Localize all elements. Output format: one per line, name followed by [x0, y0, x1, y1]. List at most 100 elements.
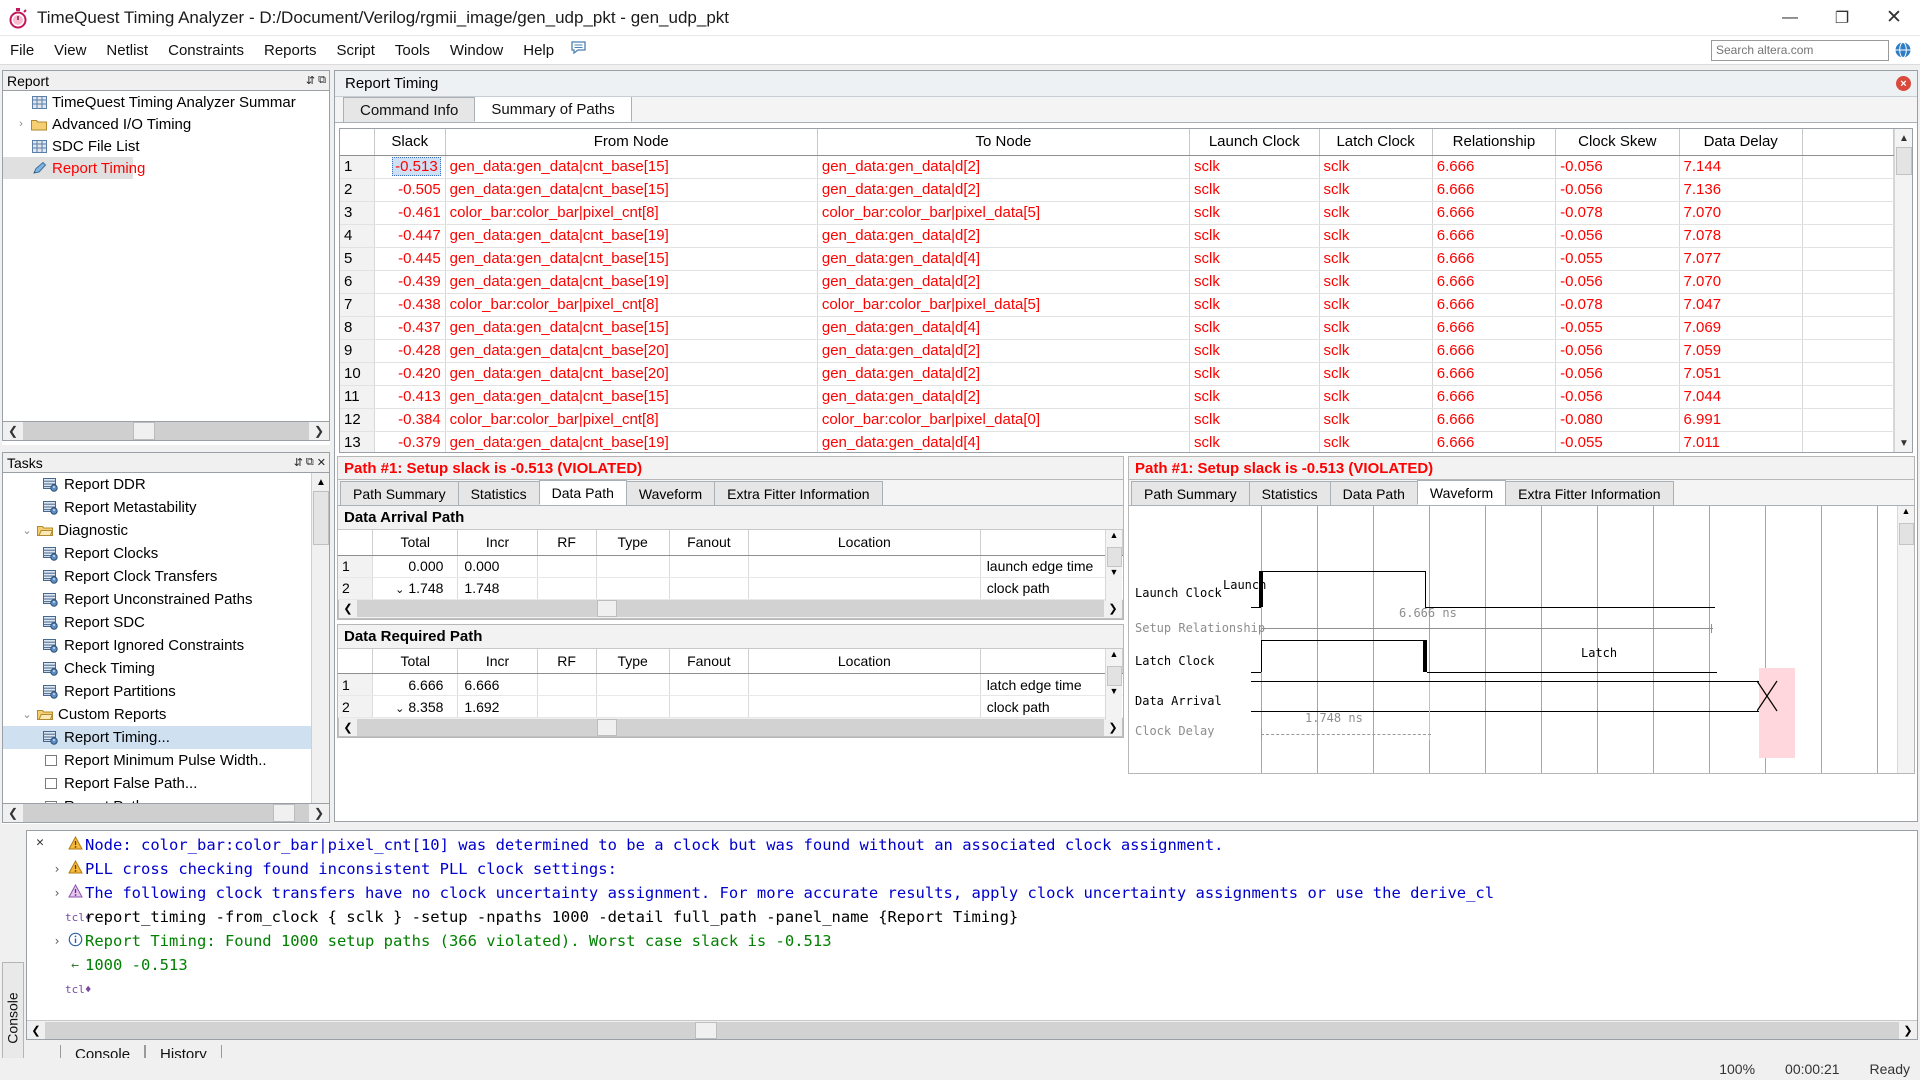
cell-slack[interactable]: -0.420 — [374, 362, 446, 386]
cell-data-delay[interactable]: 7.011 — [1679, 431, 1803, 452]
cell-from-node[interactable]: gen_data:gen_data|cnt_base[19] — [445, 270, 818, 294]
cell-latch-clock[interactable]: sclk — [1319, 339, 1433, 363]
task-item-report-path[interactable]: Report Path... — [3, 795, 329, 803]
cell-launch-clock[interactable]: sclk — [1189, 270, 1320, 294]
table-row[interactable]: 9 -0.428 gen_data:gen_data|cnt_base[20] gen… — [340, 339, 1895, 363]
task-item-report-clocks[interactable]: Report Clocks — [3, 542, 329, 565]
cell-to-node[interactable]: color_bar:color_bar|pixel_data[5] — [817, 201, 1191, 225]
table-row[interactable]: 1 0.000 0.000 launch edge time — [338, 555, 1123, 578]
col-arrival-type[interactable]: Type — [596, 530, 670, 556]
menu-tools[interactable]: Tools — [385, 39, 440, 62]
task-item-report-clock-transfers[interactable]: Report Clock Transfers — [3, 565, 329, 588]
globe-icon[interactable] — [1894, 41, 1912, 59]
cell-slack[interactable]: -0.445 — [374, 247, 446, 271]
cell-clock-skew[interactable]: -0.080 — [1555, 408, 1680, 432]
menu-script[interactable]: Script — [327, 39, 385, 62]
cell-slack[interactable]: -0.505 — [374, 178, 446, 202]
float-icon[interactable]: ⧉ — [306, 456, 314, 469]
float-icon[interactable]: ⧉ — [318, 74, 326, 87]
task-item-check-timing[interactable]: Check Timing — [3, 657, 329, 680]
cell-latch-clock[interactable]: sclk — [1319, 201, 1433, 225]
cell-slack[interactable]: -0.384 — [374, 408, 446, 432]
col-arrival-incr[interactable]: Incr — [457, 530, 538, 556]
report-tree-item-report-timing[interactable]: Report Timing — [3, 157, 145, 179]
col-required-type[interactable]: Type — [596, 648, 670, 674]
col-required-index[interactable] — [338, 648, 374, 674]
tab-data-path-left[interactable]: Data Path — [538, 480, 627, 505]
col-latch-clock[interactable]: Latch Clock — [1319, 129, 1433, 156]
report-panel-hscrollbar[interactable]: ❮ ❯ — [2, 421, 330, 441]
tasks-list[interactable]: Report DDR Report Metastability ⌄ Diagnosti… — [2, 473, 330, 803]
cell-to-node[interactable]: gen_data:gen_data|d[4] — [817, 431, 1191, 452]
task-item-report-metastability[interactable]: Report Metastability — [3, 496, 329, 519]
cell-to-node[interactable]: gen_data:gen_data|d[2] — [817, 362, 1191, 386]
cell-from-node[interactable]: color_bar:color_bar|pixel_cnt[8] — [445, 201, 818, 225]
cell-data-delay[interactable]: 7.136 — [1679, 178, 1803, 202]
col-required-location[interactable]: Location — [748, 648, 981, 674]
cell-from-node[interactable]: gen_data:gen_data|cnt_base[15] — [445, 247, 818, 271]
cell-latch-clock[interactable]: sclk — [1319, 385, 1433, 409]
hscroll-thumb[interactable] — [597, 600, 617, 617]
maximize-button[interactable]: ❐ — [1816, 0, 1868, 36]
note-icon[interactable] — [570, 40, 587, 60]
cell-location[interactable] — [748, 695, 981, 718]
cell-launch-clock[interactable]: sclk — [1189, 362, 1320, 386]
cell-type[interactable] — [596, 695, 670, 718]
cell-total[interactable]: 6.666 — [372, 673, 459, 696]
console-hscrollbar[interactable]: ❮ ❯ — [27, 1020, 1917, 1039]
tab-path-summary-right[interactable]: Path Summary — [1131, 481, 1250, 505]
menu-netlist[interactable]: Netlist — [96, 39, 158, 62]
col-data-delay[interactable]: Data Delay — [1679, 129, 1803, 156]
cell-clock-skew[interactable]: -0.056 — [1555, 270, 1680, 294]
cell-latch-clock[interactable]: sclk — [1319, 431, 1433, 452]
task-item-custom-reports[interactable]: ⌄ Custom Reports — [3, 703, 329, 726]
cell-data-delay[interactable]: 7.044 — [1679, 385, 1803, 409]
cell-data-delay[interactable]: 7.144 — [1679, 155, 1803, 179]
cell-to-node[interactable]: gen_data:gen_data|d[2] — [817, 385, 1191, 409]
table-row[interactable]: 7 -0.438 color_bar:color_bar|pixel_cnt[8] c… — [340, 293, 1895, 317]
menu-constraints[interactable]: Constraints — [158, 39, 254, 62]
col-clock-skew[interactable]: Clock Skew — [1555, 129, 1680, 156]
col-arrival-index[interactable] — [338, 530, 374, 556]
cell-incr[interactable]: 6.666 — [457, 673, 538, 696]
cell-clock-skew[interactable]: -0.056 — [1555, 339, 1680, 363]
cell-launch-clock[interactable]: sclk — [1189, 247, 1320, 271]
cell-to-node[interactable]: gen_data:gen_data|d[2] — [817, 270, 1191, 294]
table-row[interactable]: 2 -0.505 gen_data:gen_data|cnt_base[15] gen… — [340, 178, 1895, 202]
cell-data-delay[interactable]: 7.051 — [1679, 362, 1803, 386]
cell-clock-skew[interactable]: -0.078 — [1555, 293, 1680, 317]
vscroll-thumb[interactable] — [1899, 523, 1914, 545]
scroll-left-icon[interactable]: ❮ — [339, 721, 357, 734]
cell-to-node[interactable]: gen_data:gen_data|d[4] — [817, 247, 1191, 271]
cell-slack[interactable]: -0.461 — [374, 201, 446, 225]
tab-command-info[interactable]: Command Info — [343, 97, 476, 122]
cell-fanout[interactable] — [669, 555, 750, 578]
cell-data-delay[interactable]: 7.069 — [1679, 316, 1803, 340]
cell-clock-skew[interactable]: -0.056 — [1555, 362, 1680, 386]
scroll-left-icon[interactable]: ❮ — [3, 804, 23, 822]
cell-launch-clock[interactable]: sclk — [1189, 431, 1320, 452]
console-line[interactable]: Node: color_bar:color_bar|pixel_cnt[10] … — [49, 833, 1917, 857]
console-line[interactable]: tcl♦ — [49, 977, 1917, 1001]
report-tree-item-sdc-file-list[interactable]: SDC File List — [3, 135, 329, 157]
close-icon[interactable]: ✕ — [317, 456, 326, 469]
search-input[interactable] — [1711, 39, 1889, 61]
cell-type[interactable] — [596, 673, 670, 696]
table-row[interactable]: 2 ⌄ 1.748 1.748 clock path — [338, 577, 1123, 600]
scroll-up-icon[interactable]: ▲ — [1106, 530, 1122, 547]
cell-slack[interactable]: -0.379 — [374, 431, 446, 452]
cell-slack[interactable]: -0.439 — [374, 270, 446, 294]
col-slack[interactable]: Slack — [374, 129, 446, 156]
table-row[interactable]: 10 -0.420 gen_data:gen_data|cnt_base[20] ge… — [340, 362, 1895, 386]
table-row[interactable]: 3 -0.461 color_bar:color_bar|pixel_cnt[8] c… — [340, 201, 1895, 225]
scroll-up-icon[interactable]: ▲ — [312, 473, 330, 491]
hscroll-track[interactable] — [357, 600, 1104, 617]
col-arrival-fanout[interactable]: Fanout — [669, 530, 750, 556]
cell-data-delay[interactable]: 7.047 — [1679, 293, 1803, 317]
cell-rf[interactable] — [537, 673, 597, 696]
vscroll-thumb[interactable] — [313, 491, 329, 545]
vscroll-thumb[interactable] — [1107, 665, 1122, 686]
console-line[interactable]: tcl♦ report_timing -from_clock { sclk } -… — [49, 905, 1917, 929]
cell-incr[interactable]: 1.692 — [457, 695, 538, 718]
cell-slack[interactable]: -0.437 — [374, 316, 446, 340]
